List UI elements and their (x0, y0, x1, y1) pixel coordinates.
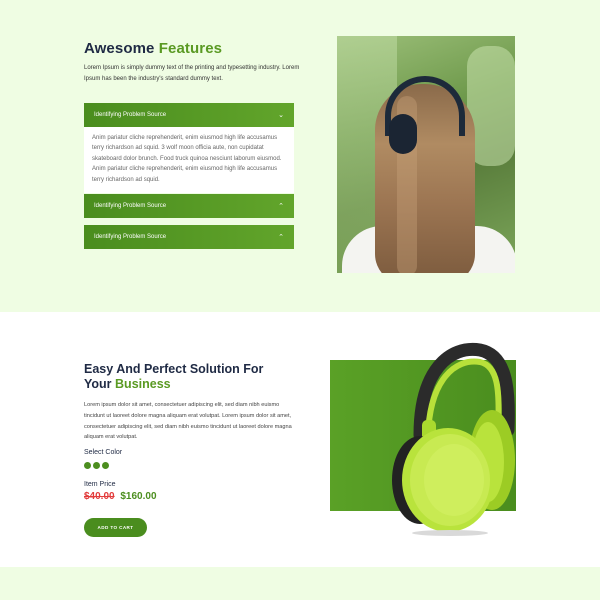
accordion-item-3: Identifying Problem Source ⌃ (84, 225, 294, 249)
item-price-label: Item Price (84, 481, 116, 488)
features-description: Lorem Ipsum is simply dummy text of the … (84, 65, 300, 82)
old-price: $40.00 (84, 491, 115, 502)
accordion-header-3[interactable]: Identifying Problem Source ⌃ (84, 225, 294, 249)
footer-band (0, 567, 600, 600)
solution-description: Lorem ipsum dolor sit amet, consectetuer… (84, 402, 292, 441)
accordion-label-2: Identifying Problem Source (94, 203, 167, 209)
chevron-down-icon: ⌄ (278, 111, 284, 119)
headphone-cup (389, 114, 417, 154)
add-to-cart-button[interactable]: ADD TO CART (84, 518, 147, 537)
accordion-label-1: Identifying Problem Source (94, 112, 167, 118)
solution-section: Easy And Perfect Solution For Your Busin… (0, 312, 600, 567)
accordion-body-1: Anim pariatur cliche reprehenderit, enim… (84, 127, 294, 193)
accordion-label-3: Identifying Problem Source (94, 234, 167, 240)
select-color-label: Select Color (84, 449, 123, 456)
chevron-up-icon: ⌃ (278, 233, 284, 241)
chevron-up-icon: ⌃ (278, 202, 284, 210)
color-swatches (84, 462, 109, 469)
color-swatch-3[interactable] (102, 462, 109, 469)
woman-headphones-photo (337, 36, 515, 273)
features-title: Awesome Features (84, 40, 222, 57)
accordion-header-2[interactable]: Identifying Problem Source ⌃ (84, 194, 294, 218)
new-price: $160.00 (120, 491, 157, 502)
solution-title-main: Easy And Perfect Solution For Your (84, 362, 264, 391)
features-title-accent: Features (158, 40, 223, 57)
green-headphones-image (392, 342, 515, 536)
features-title-main: Awesome (84, 40, 155, 57)
accordion-item-1: Identifying Problem Source ⌄ Anim pariat… (84, 103, 294, 193)
accordion-header-1[interactable]: Identifying Problem Source ⌄ (84, 103, 294, 127)
price: $40.00 $160.00 (84, 491, 157, 502)
features-section: Awesome Features Lorem Ipsum is simply d… (0, 0, 600, 312)
color-swatch-2[interactable] (93, 462, 100, 469)
solution-title-accent: Business (115, 377, 171, 391)
accordion-item-2: Identifying Problem Source ⌃ (84, 194, 294, 218)
color-swatch-1[interactable] (84, 462, 91, 469)
solution-title: Easy And Perfect Solution For Your Busin… (84, 362, 294, 392)
